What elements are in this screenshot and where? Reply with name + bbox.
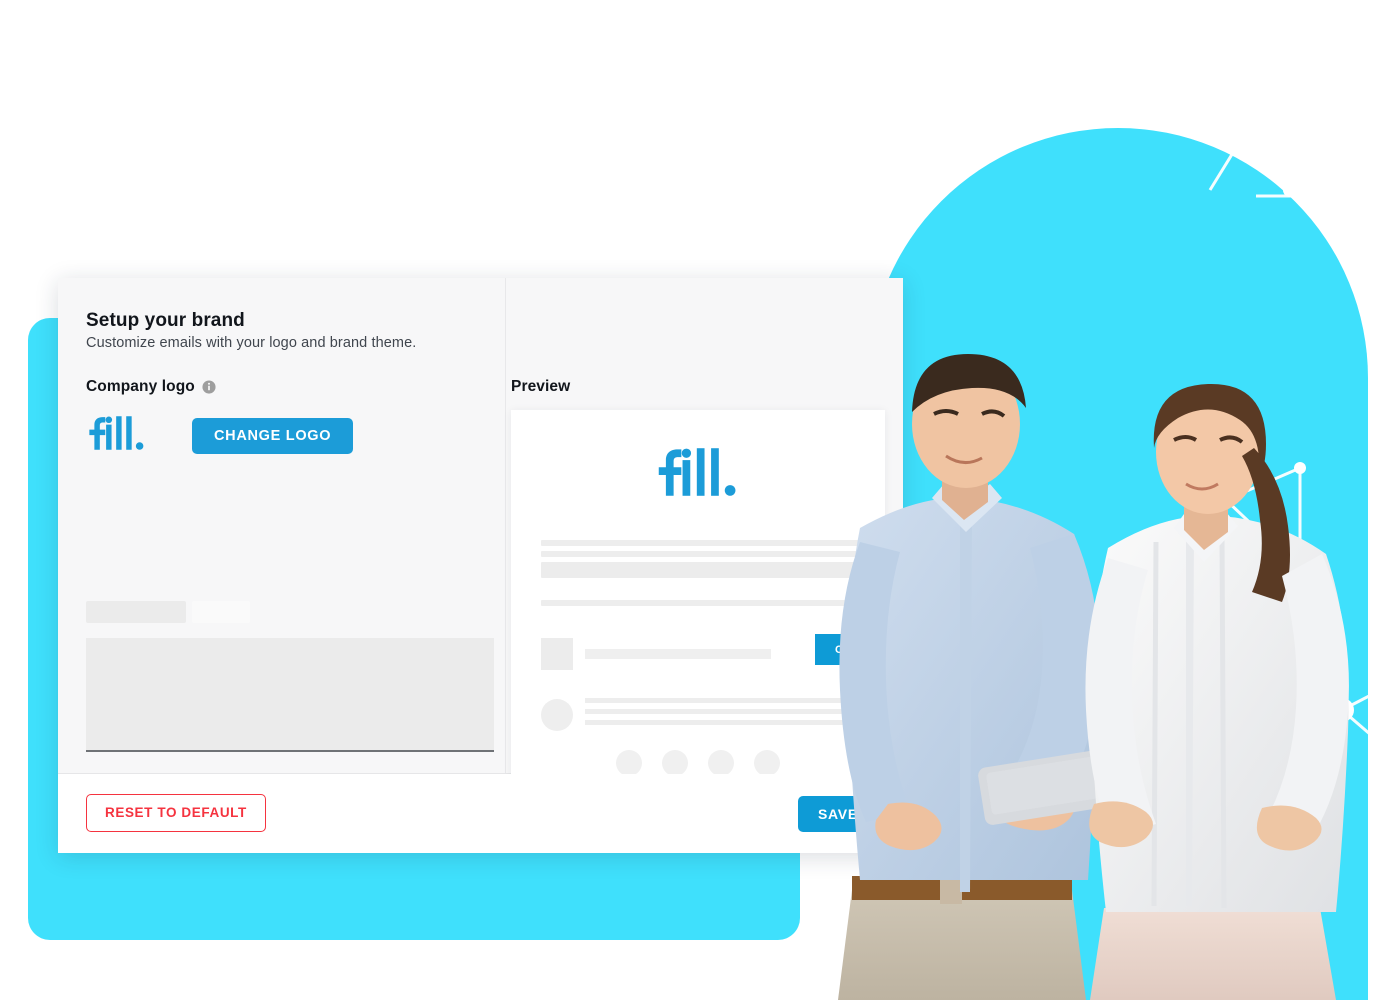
- skeleton-dot: [662, 750, 688, 776]
- page-stage: Setup your brand Customize emails with y…: [0, 0, 1400, 1000]
- company-logo-label: Company logo: [86, 378, 494, 396]
- skeleton-line: [585, 649, 771, 659]
- skeleton-avatar: [541, 698, 573, 731]
- two-people-looking-at-tablet-photo: [756, 352, 1400, 1000]
- skeleton-bar: [192, 601, 250, 623]
- info-icon[interactable]: [202, 380, 216, 394]
- handshake-with-stars-icon: [78, 50, 298, 250]
- theme-label-skeleton: [86, 601, 250, 623]
- theme-color-skeleton: [86, 638, 494, 752]
- skeleton-dot: [616, 750, 642, 776]
- skeleton-square: [541, 638, 573, 670]
- skeleton-bar: [86, 601, 186, 623]
- reset-to-default-button[interactable]: RESET TO DEFAULT: [86, 794, 266, 832]
- page-title: Setup your brand: [86, 310, 245, 331]
- logo-row: CHANGE LOGO: [86, 416, 494, 455]
- column-divider: [505, 278, 506, 773]
- preview-label: Preview: [511, 378, 571, 395]
- company-logo-section: Company logo CHANGE LOGO: [86, 378, 494, 455]
- change-logo-button[interactable]: CHANGE LOGO: [192, 417, 354, 454]
- company-logo-image: [86, 416, 148, 455]
- skeleton-dot: [708, 750, 734, 776]
- page-subtitle: Customize emails with your logo and bran…: [86, 335, 417, 351]
- company-logo-label-text: Company logo: [86, 378, 195, 395]
